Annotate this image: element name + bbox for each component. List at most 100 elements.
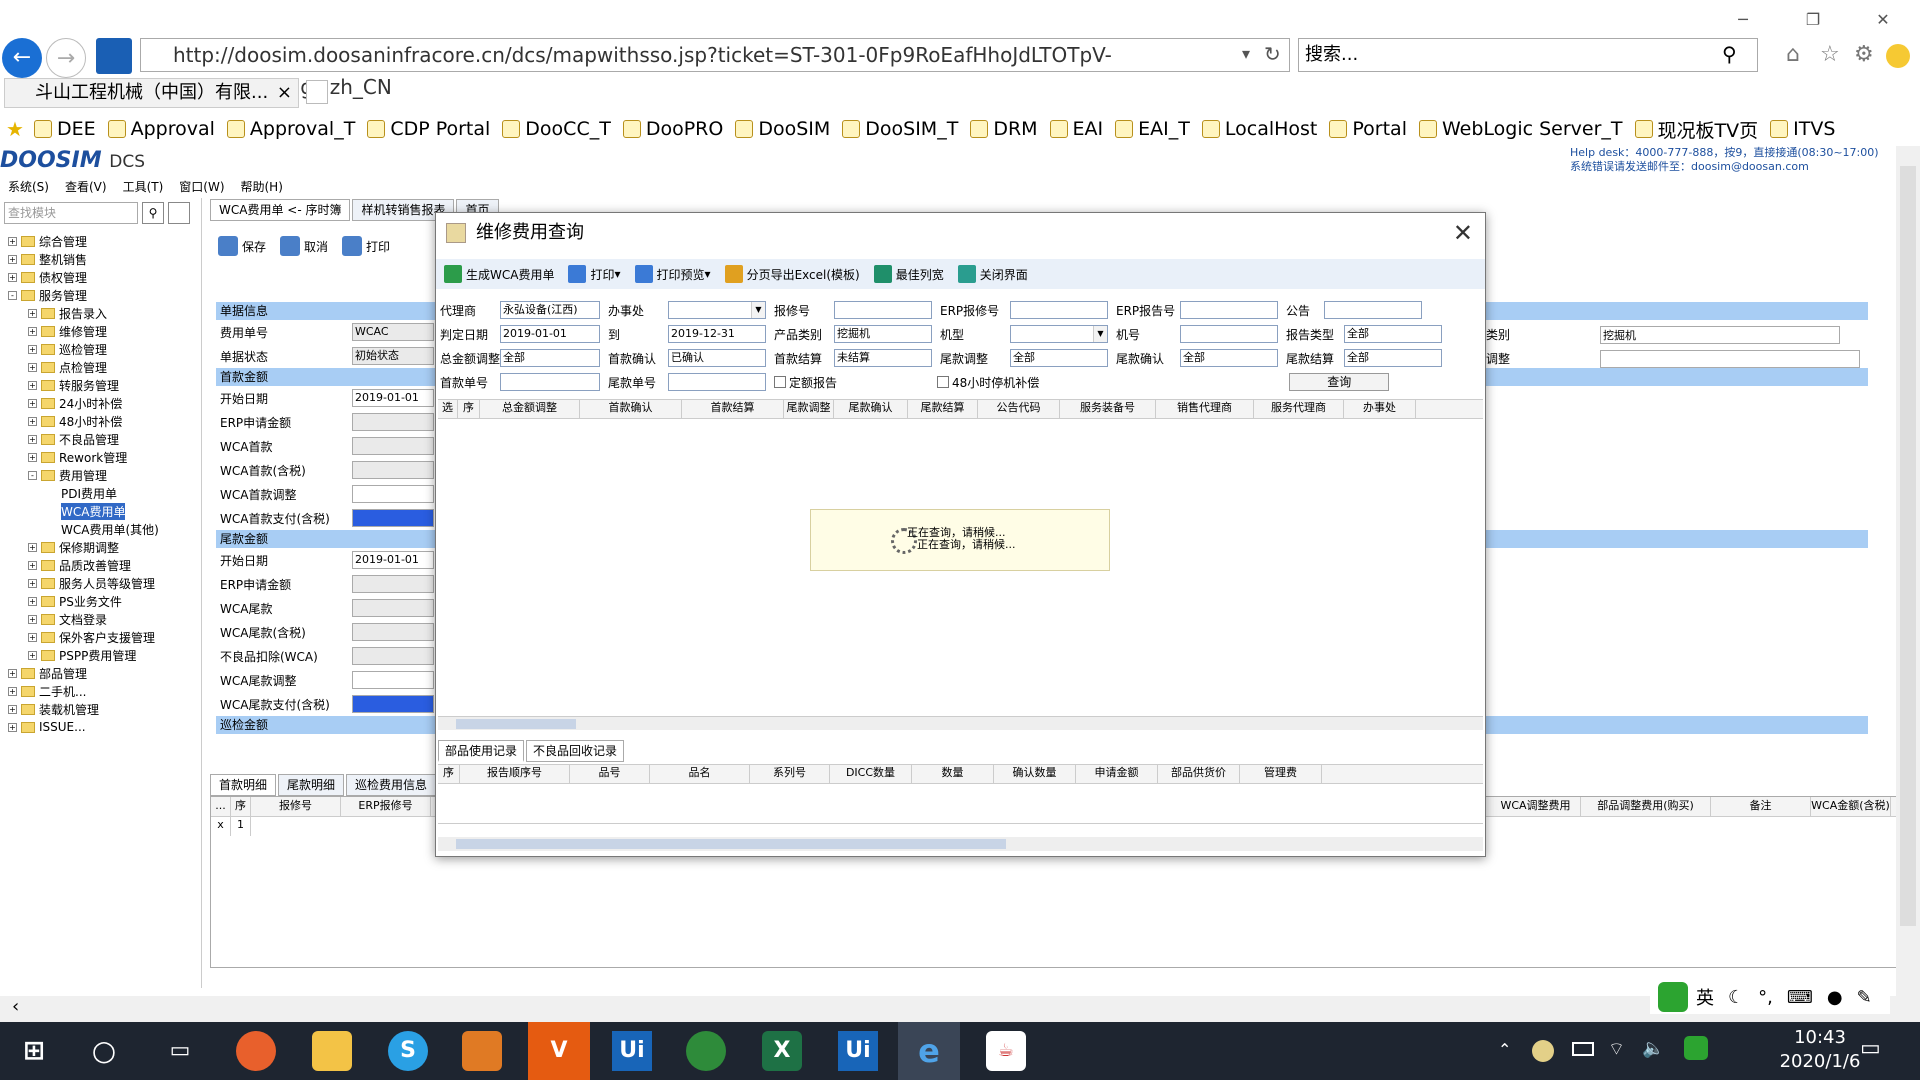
excel-icon[interactable]: X	[762, 1031, 802, 1071]
dropdown-icon[interactable]: ▾	[1242, 44, 1250, 63]
tab-wca[interactable]: WCA费用单 <- 序时簿	[210, 199, 351, 221]
col-header[interactable]: 首款结算	[682, 399, 784, 419]
wca-first-pay-field[interactable]	[352, 509, 434, 527]
h48-checkbox[interactable]: 48小时停机补偿	[937, 374, 1039, 391]
tree-item[interactable]: + 装载机管理	[8, 700, 200, 718]
col-header[interactable]: 办事处	[1344, 399, 1416, 419]
minimize-button[interactable]: ─	[1728, 8, 1758, 32]
erp-amount-field[interactable]	[352, 413, 434, 431]
wca-first-tax-field[interactable]	[352, 461, 434, 479]
tab-parts-usage[interactable]: 部品使用记录	[438, 740, 525, 762]
category-field[interactable]: 挖掘机	[1600, 326, 1840, 344]
tree-item[interactable]: + 点检管理	[8, 358, 200, 376]
compat-view-icon[interactable]	[96, 38, 132, 74]
menu-window[interactable]: 窗口(W)	[179, 178, 224, 195]
tree-item[interactable]: + 保修期调整	[8, 538, 200, 556]
forward-button[interactable]: →	[46, 38, 86, 78]
expand-icon[interactable]: +	[28, 380, 37, 390]
col-header[interactable]: 服务代理商	[1254, 399, 1344, 419]
expand-icon[interactable]: +	[28, 308, 37, 318]
fav-item[interactable]: EAI	[1049, 118, 1103, 140]
java-icon[interactable]: ☕	[986, 1031, 1026, 1071]
uipath2-icon[interactable]: Ui	[838, 1031, 878, 1071]
fav-item[interactable]: Portal	[1329, 118, 1407, 140]
defect-deduct-field[interactable]	[352, 647, 434, 665]
expand-icon[interactable]: +	[28, 632, 37, 642]
tree-item[interactable]: + 巡检管理	[8, 340, 200, 358]
sogou-tray-icon[interactable]	[1684, 1036, 1708, 1060]
print-button[interactable]: 打印	[342, 236, 390, 256]
wifi-icon[interactable]: ⌔	[1608, 1038, 1625, 1061]
col-header[interactable]: 管理费	[1240, 764, 1322, 784]
skype-icon[interactable]: S	[388, 1031, 428, 1071]
fav-item[interactable]: LocalHost	[1201, 118, 1317, 140]
ie-icon[interactable]: e	[898, 1022, 960, 1080]
expand-icon[interactable]: +	[28, 452, 37, 462]
restore-button[interactable]: ❐	[1798, 8, 1828, 32]
col-header[interactable]: 公告代码	[978, 399, 1060, 419]
adjust-field[interactable]	[1600, 350, 1860, 368]
col-header[interactable]: 数量	[912, 764, 994, 784]
expand-icon[interactable]: +	[28, 650, 37, 660]
col-header[interactable]: 尾款调整	[784, 399, 834, 419]
col-header[interactable]: 服务装备号	[1060, 399, 1156, 419]
moon-icon[interactable]: ☾	[1728, 987, 1744, 1008]
cancel-button[interactable]: 取消	[280, 236, 328, 256]
expand-icon[interactable]: +	[28, 344, 37, 354]
tree-item[interactable]: + Rework管理	[8, 448, 200, 466]
col-header[interactable]: DICC数量	[830, 764, 912, 784]
tree-item[interactable]: + 品质改善管理	[8, 556, 200, 574]
col-header[interactable]: 部品供货价	[1158, 764, 1240, 784]
expand-icon[interactable]: +	[8, 722, 17, 732]
category-field[interactable]: 挖掘机	[834, 325, 932, 343]
menu-view[interactable]: 查看(V)	[65, 178, 107, 195]
wca-tail-tax-field[interactable]	[352, 623, 434, 641]
tree-item[interactable]: + 不良品管理	[8, 430, 200, 448]
expand-icon[interactable]: +	[28, 578, 37, 588]
dialog-close-button[interactable]: ✕	[1453, 219, 1473, 247]
home-icon[interactable]: ⌂	[1786, 42, 1800, 67]
col-header[interactable]: 首款确认	[580, 399, 682, 419]
keyboard-icon[interactable]: ⌨	[1787, 987, 1813, 1008]
expand-icon[interactable]: +	[28, 326, 37, 336]
tree-search-input[interactable]: 查找模块	[4, 202, 138, 224]
system-clock[interactable]: 10:43 2020/1/6	[1770, 1026, 1870, 1076]
file-explorer-icon[interactable]	[312, 1031, 352, 1071]
erp-repair-field[interactable]	[1010, 301, 1108, 319]
fav-item[interactable]: WebLogic Server_T	[1418, 118, 1623, 140]
fav-item[interactable]: EAI_T	[1115, 118, 1190, 140]
windows-start-icon[interactable]: ⊞	[14, 1031, 54, 1071]
search-icon[interactable]: ⚲	[1722, 42, 1737, 66]
wca-first-adj-field[interactable]	[352, 485, 434, 503]
tree-item[interactable]: - 费用管理	[8, 466, 200, 484]
sub-hscroll[interactable]	[438, 837, 1483, 851]
tree-item[interactable]: + 报告录入	[8, 304, 200, 322]
star-icon[interactable]: ☆	[1820, 42, 1840, 67]
expand-icon[interactable]: -	[8, 290, 17, 300]
fav-item[interactable]: DEE	[33, 118, 96, 140]
first-no-field[interactable]	[500, 373, 600, 391]
favorites-star-icon[interactable]: ★	[6, 117, 24, 141]
notice-field[interactable]	[1324, 301, 1422, 319]
search-icon[interactable]: ⚲	[142, 202, 164, 224]
v-app-icon[interactable]: V	[528, 1022, 590, 1080]
repair-no-field[interactable]	[834, 301, 932, 319]
fav-item[interactable]: DooSIM	[735, 118, 830, 140]
chrome-icon[interactable]	[686, 1031, 726, 1071]
date-to-field[interactable]: 2019-12-31	[668, 325, 766, 343]
col-header[interactable]: 销售代理商	[1156, 399, 1254, 419]
tree-refresh-icon[interactable]	[168, 202, 190, 224]
tray-app-icon[interactable]	[1532, 1040, 1554, 1062]
close-button[interactable]: ✕	[1868, 8, 1898, 32]
tail-start-date-field[interactable]: 2019-01-01	[352, 551, 434, 569]
search-input[interactable]: 搜索...	[1298, 38, 1758, 72]
save-button[interactable]: 保存	[218, 236, 266, 256]
fav-item[interactable]: DooSIM_T	[842, 118, 958, 140]
tree-item[interactable]: + 文档登录	[8, 610, 200, 628]
expand-icon[interactable]: +	[28, 398, 37, 408]
best-width-button[interactable]: 最佳列宽	[873, 265, 944, 283]
tree-item[interactable]: + 服务人员等级管理	[8, 574, 200, 592]
tab-inspect-fee[interactable]: 巡检费用信息	[346, 774, 437, 796]
expand-icon[interactable]: +	[8, 254, 17, 264]
tail-settle-select[interactable]: 全部	[1344, 349, 1442, 367]
